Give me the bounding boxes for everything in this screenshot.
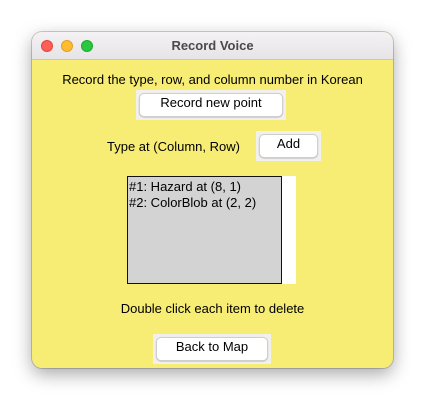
delete-hint: Double click each item to delete [120,301,305,316]
record-button-well: Record new point [136,90,286,120]
points-listbox[interactable]: #1: Hazard at (8, 1) #2: ColorBlob at (2,… [127,176,282,284]
record-voice-window: Record Voice Record the type, row, and c… [32,32,393,368]
instruction-text: Record the type, row, and column number … [62,72,363,87]
list-item[interactable]: #1: Hazard at (8, 1) [128,179,281,195]
type-label: Type at (Column, Row) [107,139,240,154]
add-button[interactable]: Add [259,134,318,158]
points-list: #1: Hazard at (8, 1) #2: ColorBlob at (2,… [128,177,281,211]
record-new-point-button[interactable]: Record new point [139,93,283,117]
list-item[interactable]: #2: ColorBlob at (2, 2) [128,195,281,211]
back-to-map-button[interactable]: Back to Map [156,337,268,361]
back-button-well: Back to Map [153,334,271,364]
add-button-well: Add [256,131,321,161]
window-title: Record Voice [171,38,254,53]
listbox-scrollbar[interactable] [282,176,296,284]
title-bar[interactable]: Record Voice [32,32,393,60]
